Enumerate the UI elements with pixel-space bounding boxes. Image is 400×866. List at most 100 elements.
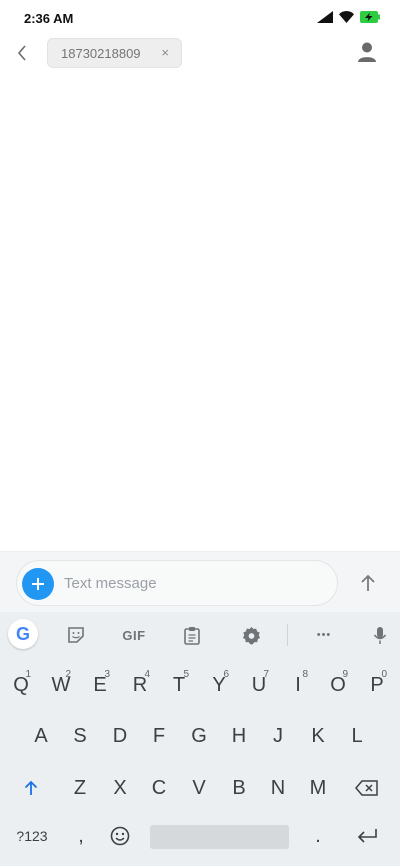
key-i[interactable]: I8 (279, 665, 317, 705)
gear-icon (242, 626, 260, 644)
key-k[interactable]: K (299, 716, 337, 756)
message-field[interactable]: Text message (16, 560, 338, 606)
key-hint: 5 (183, 669, 189, 680)
key-label: G (191, 724, 207, 747)
enter-key[interactable] (348, 816, 386, 856)
wifi-icon (339, 11, 354, 23)
person-icon (358, 42, 376, 62)
key-hint: 2 (65, 669, 71, 680)
microphone-icon (373, 626, 387, 644)
key-f[interactable]: F (140, 716, 178, 756)
key-h[interactable]: H (220, 716, 258, 756)
key-d[interactable]: D (101, 716, 139, 756)
more-button[interactable]: ••• (309, 624, 339, 646)
key-t[interactable]: T5 (160, 665, 198, 705)
key-r[interactable]: R4 (121, 665, 159, 705)
cellular-signal-icon (317, 11, 333, 23)
shift-key[interactable] (12, 768, 50, 808)
settings-button[interactable] (240, 624, 262, 646)
key-q[interactable]: Q1 (2, 665, 40, 705)
key-a[interactable]: A (22, 716, 60, 756)
gif-label: GIF (122, 627, 146, 643)
clipboard-button[interactable] (181, 624, 203, 646)
key-label: V (192, 776, 206, 799)
key-label: . (315, 824, 321, 847)
key-x[interactable]: X (101, 768, 139, 808)
key-c[interactable]: C (140, 768, 178, 808)
toolbar-divider (287, 624, 288, 646)
key-s[interactable]: S (61, 716, 99, 756)
send-button[interactable] (356, 571, 380, 595)
arrow-up-icon (361, 574, 375, 591)
period-key[interactable]: . (299, 816, 337, 856)
key-label: L (351, 724, 363, 747)
voice-input-button[interactable] (369, 624, 391, 646)
key-p[interactable]: P0 (358, 665, 396, 705)
recipient-number: 18730218809 (61, 45, 141, 61)
key-hint: 3 (104, 669, 110, 680)
key-label: M (309, 776, 327, 799)
comma-key[interactable]: , (62, 816, 100, 856)
key-hint: 6 (223, 669, 229, 680)
gif-button[interactable]: GIF (120, 624, 148, 646)
key-z[interactable]: Z (61, 768, 99, 808)
contact-button[interactable] (356, 41, 378, 63)
key-m[interactable]: M (299, 768, 337, 808)
backspace-icon (355, 780, 378, 796)
status-bar: 2:36 AM (0, 0, 400, 36)
key-hint: 7 (263, 669, 269, 680)
key-label: D (112, 724, 128, 747)
attach-button[interactable] (22, 568, 54, 600)
key-label: ?123 (16, 828, 48, 844)
key-hint: 4 (144, 669, 150, 680)
back-button[interactable] (10, 40, 34, 66)
key-j[interactable]: J (259, 716, 297, 756)
clipboard-icon (184, 626, 200, 645)
key-hint: 8 (302, 669, 308, 680)
key-hint: 0 (381, 669, 387, 680)
key-label: X (113, 776, 127, 799)
recipient-chip[interactable]: 18730218809 × (47, 38, 182, 68)
space-key[interactable] (150, 825, 289, 849)
more-dots-icon: ••• (316, 629, 332, 641)
conversation-header: 18730218809 × (0, 36, 400, 70)
enter-icon (357, 829, 377, 843)
key-label: K (311, 724, 325, 747)
key-b[interactable]: B (220, 768, 258, 808)
key-label: H (231, 724, 247, 747)
google-search-button[interactable]: G (8, 619, 38, 649)
key-e[interactable]: E3 (81, 665, 119, 705)
key-label: B (232, 776, 246, 799)
key-g[interactable]: G (180, 716, 218, 756)
emoji-key[interactable] (101, 816, 139, 856)
key-y[interactable]: Y6 (200, 665, 238, 705)
sticker-icon (68, 627, 84, 643)
key-u[interactable]: U7 (240, 665, 278, 705)
shift-arrow-icon (24, 780, 38, 795)
key-v[interactable]: V (180, 768, 218, 808)
key-label: J (273, 724, 283, 747)
key-n[interactable]: N (259, 768, 297, 808)
chevron-left-icon (17, 45, 26, 61)
key-o[interactable]: O9 (319, 665, 357, 705)
message-input[interactable]: Text message (64, 575, 157, 592)
backspace-key[interactable] (348, 768, 386, 808)
key-label: A (34, 724, 48, 747)
key-w[interactable]: W2 (42, 665, 80, 705)
remove-recipient-button[interactable]: × (161, 46, 169, 60)
composer-bar: Text message (0, 551, 400, 612)
key-label: C (151, 776, 167, 799)
emoji-icon (110, 826, 130, 846)
key-hint: 9 (342, 669, 348, 680)
key-l[interactable]: L (338, 716, 376, 756)
keyboard-toolbar: G GIF ••• (0, 612, 400, 656)
message-list (0, 70, 400, 551)
key-label: Z (73, 776, 87, 799)
sticker-button[interactable] (65, 624, 87, 646)
key-label: S (73, 724, 87, 747)
symbols-key[interactable]: ?123 (10, 816, 54, 856)
key-label: I (295, 673, 301, 696)
battery-charging-icon (360, 11, 380, 23)
status-time: 2:36 AM (24, 11, 74, 26)
plus-icon (32, 578, 44, 590)
